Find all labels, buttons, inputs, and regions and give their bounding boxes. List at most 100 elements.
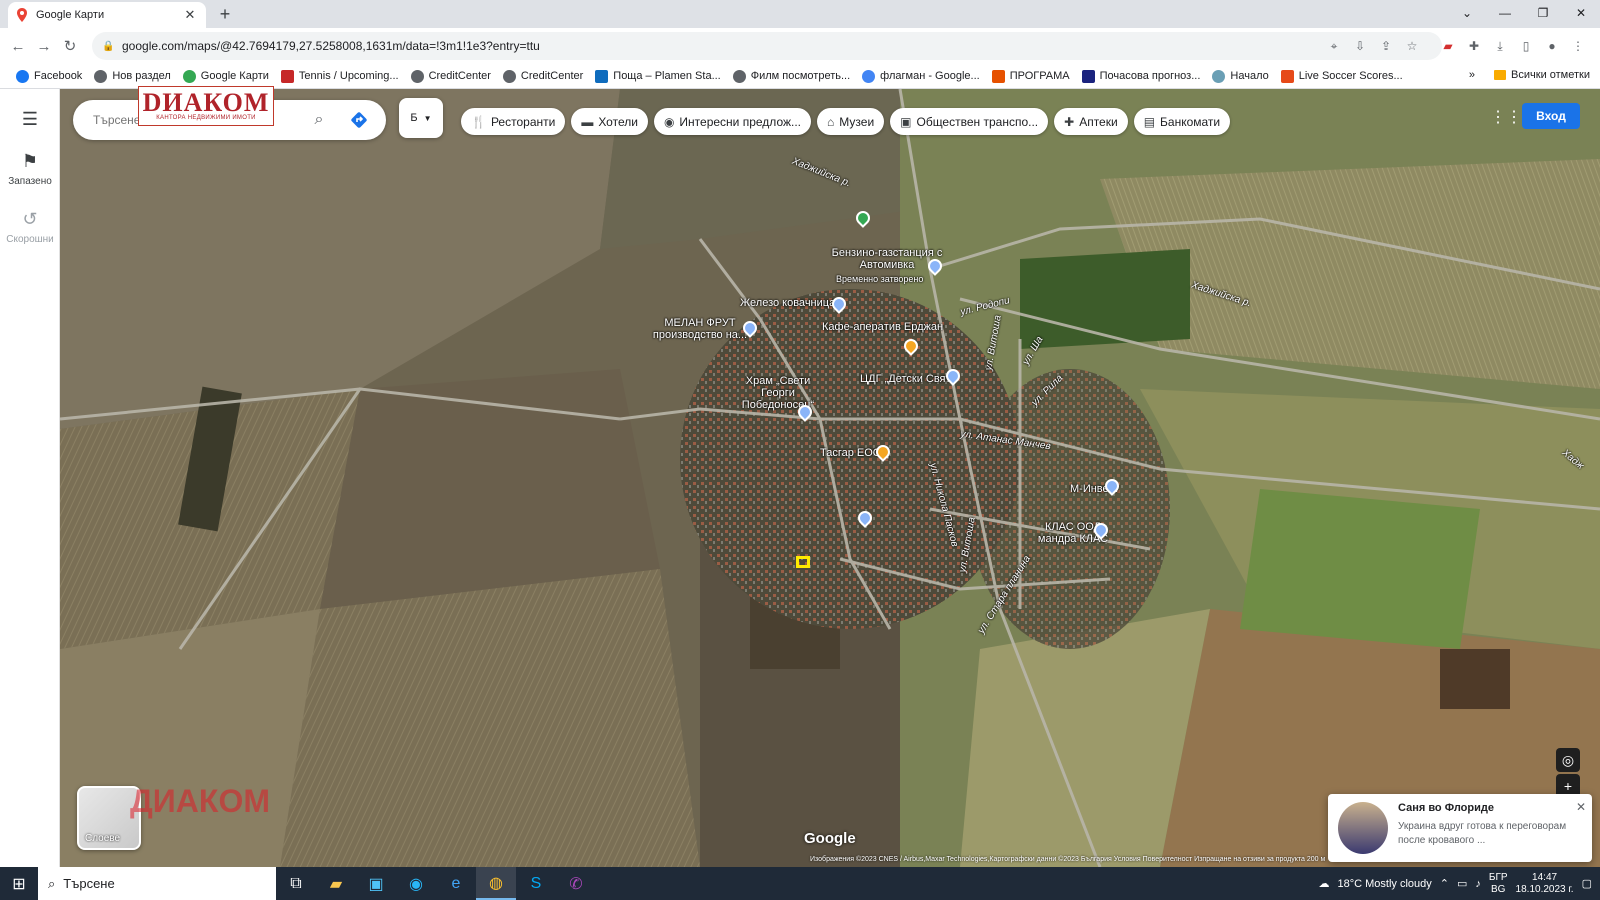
chip-atms[interactable]: ▤ Банкомати [1133,108,1231,135]
clock[interactable]: 14:47 18.10.2023 г. [1516,872,1574,896]
my-location-icon[interactable]: ◎ [1556,748,1580,772]
notification-toast[interactable]: Саня во Флориде Украина вдруг готова к п… [1328,794,1592,862]
map-label-melan[interactable]: МЕЛАН ФРУТ производство на... [650,317,750,341]
lang-code: БГР [1488,871,1508,883]
back-icon[interactable]: ← [8,36,28,56]
task-view-icon[interactable]: ⧉ [276,867,316,900]
ie-icon[interactable]: e [436,867,476,900]
bookmark-item[interactable]: Поща – Plamen Sta... [589,69,726,83]
bookmark-label: Facebook [34,70,83,82]
notifications-icon[interactable]: ▢ [1582,877,1592,890]
chip-restaurants[interactable]: 🍴 Ресторанти [461,108,566,135]
weather-text[interactable]: 18°C Mostly cloudy [1337,878,1431,890]
bookmark-item[interactable]: CreditCenter [405,69,497,83]
tab-search-icon[interactable]: ⌄ [1448,0,1486,26]
bookmark-label: Live Soccer Scores... [1298,70,1403,82]
close-window-button[interactable]: ✕ [1562,0,1600,26]
edge-icon[interactable]: ◉ [396,867,436,900]
bookmark-label: ПРОГРАМА [1009,70,1070,82]
logo-subtitle: КАНТОРА НЕДВИЖИМИ ИМОТИ [156,115,256,121]
weather-icon[interactable]: ☁ [1318,877,1329,890]
chip-transit[interactable]: ▣ Обществен транспо... [890,108,1049,135]
apps-grid-icon[interactable]: ⋮⋮ [1490,107,1522,127]
bookmark-item[interactable]: ПРОГРАМА [986,69,1076,83]
skype-icon[interactable]: S [516,867,556,900]
bookmark-item[interactable]: CreditCenter [497,69,589,83]
chip-attractions[interactable]: ◉ Интересни предлож... [653,108,812,135]
chip-label: Интересни предлож... [679,114,802,129]
downloads-icon[interactable]: ⤓ [1492,38,1508,54]
bookmark-item[interactable]: Начало [1206,69,1274,83]
address-bar[interactable]: 🔒 google.com/maps/@42.7694179,27.5258008… [92,32,1442,60]
directions-icon[interactable] [349,110,369,130]
chip-pharmacies[interactable]: ✚ Аптеки [1054,108,1128,135]
bookmark-item[interactable]: Почасова прогноз... [1076,69,1207,83]
sign-in-button[interactable]: Вход [1522,103,1580,129]
close-icon[interactable]: ✕ [1576,800,1586,814]
bus-icon: ▣ [900,114,912,129]
recent-button[interactable]: ↺ Скорошни [0,209,60,245]
reload-icon[interactable]: ↻ [60,36,80,56]
kebab-menu-icon[interactable]: ⋮ [1570,38,1586,54]
bookmark-label: CreditCenter [428,70,491,82]
museum-icon: ⌂ [827,114,835,129]
chip-museums[interactable]: ⌂ Музеи [817,108,885,135]
close-tab-icon[interactable]: ✕ [182,7,198,23]
volume-icon[interactable]: ♪ [1475,878,1481,890]
more-bookmarks-button[interactable]: » [1469,69,1475,81]
bookmark-label: Tennis / Upcoming... [298,70,399,82]
url-text[interactable]: google.com/maps/@42.7694179,27.5258008,1… [122,39,540,53]
pharmacy-icon: ✚ [1064,114,1075,129]
chevron-up-icon[interactable]: ⌃ [1440,877,1449,890]
map-label-hram[interactable]: Храм „Свети Георги Победоносец“ [728,375,828,411]
windows-start-icon[interactable]: ⊞ [0,867,38,900]
browser-tab[interactable]: Google Карти ✕ [8,2,206,28]
bookmark-item[interactable]: Google Карти [177,69,275,83]
bookmark-item[interactable]: Филм посмотреть... [727,69,856,83]
saved-button[interactable]: ⚑ Запазено [0,151,60,187]
forward-icon[interactable]: → [34,36,54,56]
minimize-button[interactable]: — [1486,0,1524,26]
profile-avatar-icon[interactable]: ● [1544,38,1560,54]
hamburger-icon[interactable]: ☰ [0,109,60,134]
bookmark-item[interactable]: Tennis / Upcoming... [275,69,405,83]
search-icon[interactable]: ⌕ [309,110,329,130]
share-icon[interactable]: ⇪ [1378,38,1394,54]
store-icon[interactable]: ▣ [356,867,396,900]
new-tab-button[interactable]: + [214,4,236,26]
tennis-icon [280,69,294,83]
bookmark-star-icon[interactable]: ☆ [1404,38,1420,54]
restore-button[interactable]: ❐ [1524,0,1562,26]
map-label-zhelezo[interactable]: Железо ковачница [740,297,835,309]
acrobat-extension-icon[interactable]: ▰ [1440,38,1456,54]
bookmark-label: Начало [1230,70,1269,82]
network-icon[interactable]: ▭ [1457,877,1467,890]
system-tray: ☁ 18°C Mostly cloudy ⌃ ▭ ♪ БГР BG 14:47 … [1318,867,1600,900]
bookmark-item[interactable]: флагман - Google... [856,69,986,83]
satellite-map[interactable]: Хаджийска р. Хаджийска р. Хадж Бензино-г… [60,89,1600,867]
viber-icon[interactable]: ✆ [556,867,596,900]
bookmark-label: CreditCenter [520,70,584,82]
location-icon[interactable]: ⌖ [1326,38,1342,54]
file-explorer-icon[interactable]: ▰ [316,867,356,900]
language-indicator[interactable]: БГР BG [1489,872,1508,896]
map-label-kafe[interactable]: Кафе-аперaтив Ерджан [822,321,943,333]
taskbar-search[interactable]: ⌕ Търсене [38,867,276,900]
chrome-icon[interactable]: ◍ [476,867,516,900]
map-label-cdg[interactable]: ЦДГ „Детски Свят“ [860,373,954,385]
bookmark-item[interactable]: Нов раздел [88,69,176,83]
bookmark-label: Нов раздел [112,70,171,82]
input-tools-button[interactable]: Б ▼ [399,98,443,138]
install-icon[interactable]: ⇩ [1352,38,1368,54]
extensions-icon[interactable]: ✚ [1466,38,1482,54]
bookmark-item[interactable]: Facebook [10,69,88,83]
side-panel-icon[interactable]: ▯ [1518,38,1534,54]
all-bookmarks-button[interactable]: Всички отметки [1511,69,1590,81]
bookmark-item[interactable]: Live Soccer Scores... [1275,69,1409,83]
highlight-marker [796,556,810,568]
globe-icon [502,69,516,83]
map-attribution: Изображения ©2023 CNES / Airbus,Maxar Te… [810,856,1326,863]
bookmark-icon: ⚑ [21,151,39,171]
chip-hotels[interactable]: ▬ Хотели [571,108,648,135]
camera-icon: ◉ [663,114,675,129]
